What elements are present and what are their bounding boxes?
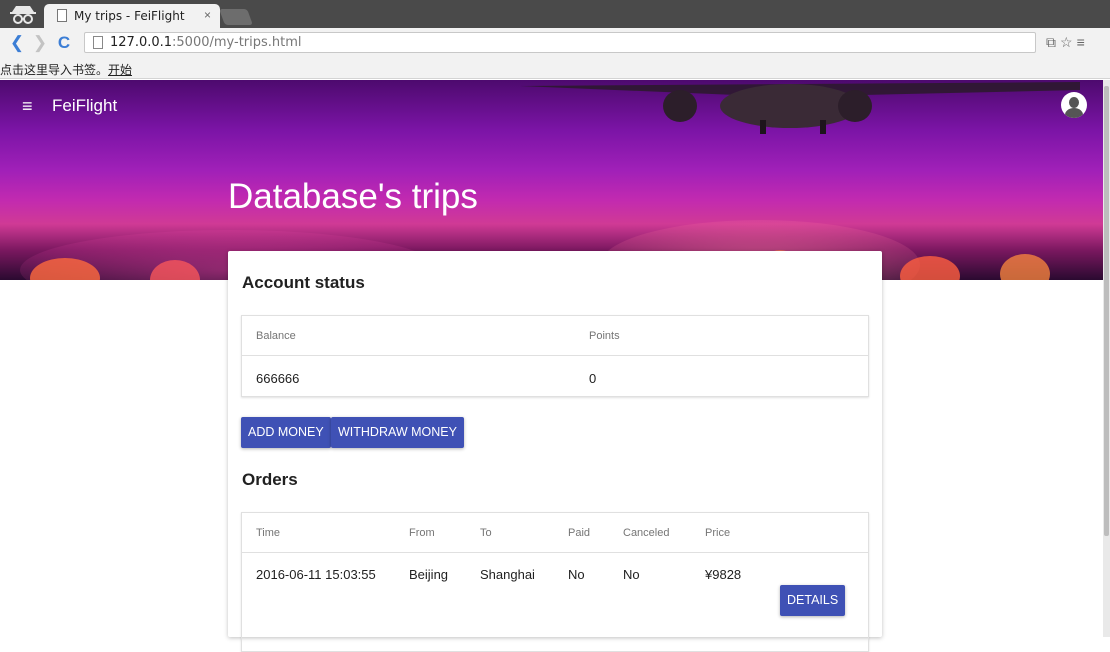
star-icon[interactable]: ☆ [1060, 34, 1073, 50]
translate-icon[interactable]: ⧉ [1046, 34, 1056, 50]
back-arrow-icon[interactable]: ❮ [8, 34, 26, 52]
trips-card: Account status Balance Points 666666 0 A… [228, 251, 882, 652]
page-scrollbar[interactable] [1103, 80, 1110, 637]
column-header-price: Price [705, 527, 731, 539]
column-header-to: To [480, 527, 492, 539]
withdraw-money-button[interactable]: WITHDRAW MONEY [331, 417, 464, 448]
url-host: 127.0.0.1 [110, 35, 173, 50]
account-table-header: Balance Points [242, 316, 868, 356]
page-icon [93, 36, 103, 49]
tab-title: My trips - FeiFlight [74, 9, 185, 23]
tab-close-icon[interactable]: × [204, 8, 211, 22]
order-from: Beijing [409, 567, 449, 582]
order-price: ¥9828 [705, 567, 742, 582]
hamburger-menu-icon[interactable]: ≡ [22, 96, 33, 117]
balance-value: 666666 [256, 371, 300, 386]
runway-light [30, 258, 100, 280]
browser-toolbar: ❮ ❯ C 127.0.0.1:5000/my-trips.html ⧉ ☆ ≡ [0, 28, 1110, 58]
add-money-button[interactable]: ADD MONEY [241, 417, 331, 448]
column-header-balance: Balance [256, 330, 296, 342]
column-header-from: From [409, 527, 435, 539]
runway-light [150, 260, 200, 280]
menu-icon[interactable]: ≡ [1077, 34, 1085, 50]
avatar-head [1069, 97, 1079, 108]
order-details-button[interactable]: DETAILS [780, 585, 846, 616]
hero-banner: ≡ FeiFlight Database's trips [0, 80, 1103, 280]
page-title: Database's trips [228, 177, 478, 216]
incognito-icon [10, 6, 36, 24]
browser-tab-bar: My trips - FeiFlight × [0, 0, 1110, 28]
runway-light [900, 256, 960, 280]
reload-icon[interactable]: C [55, 34, 73, 52]
forward-arrow-icon[interactable]: ❯ [31, 34, 49, 52]
orders-table-header: Time From To Paid Canceled Price [242, 513, 868, 553]
avatar-body [1065, 108, 1083, 118]
orders-title: Orders [242, 470, 298, 489]
column-header-canceled: Canceled [623, 527, 670, 539]
column-header-points: Points [589, 330, 620, 342]
airplane-illustration [520, 82, 1080, 134]
column-header-paid: Paid [568, 527, 591, 539]
bookmark-bar: 点击这里导入书签。 开始 [0, 58, 1110, 79]
new-tab-button[interactable] [219, 9, 253, 25]
order-paid: No [568, 567, 585, 582]
account-status-title: Account status [242, 273, 365, 292]
bookmark-hint: 点击这里导入书签。 [0, 63, 109, 77]
order-time: 2016-06-11 15:03:55 [256, 567, 376, 582]
address-bar[interactable]: 127.0.0.1:5000/my-trips.html [84, 32, 1036, 53]
account-table: Balance Points 666666 0 [241, 315, 869, 397]
orders-table: Time From To Paid Canceled Price 2016-06… [241, 512, 869, 652]
order-canceled: No [623, 567, 640, 582]
brand-name[interactable]: FeiFlight [52, 96, 117, 116]
avatar-icon[interactable] [1061, 92, 1087, 118]
url-path: :5000/my-trips.html [172, 35, 302, 50]
scrollbar-thumb[interactable] [1104, 86, 1109, 536]
page-icon [57, 9, 67, 22]
browser-tab-active[interactable]: My trips - FeiFlight × [44, 4, 220, 28]
column-header-time: Time [256, 527, 281, 539]
points-value: 0 [589, 371, 597, 386]
toolbar-right-icons: ⧉ ☆ ≡ [1046, 34, 1089, 51]
bookmark-start-link[interactable]: 开始 [108, 61, 132, 78]
url-text: 127.0.0.1:5000/my-trips.html [110, 35, 302, 50]
runway-light [1000, 254, 1050, 280]
order-to: Shanghai [480, 567, 535, 582]
